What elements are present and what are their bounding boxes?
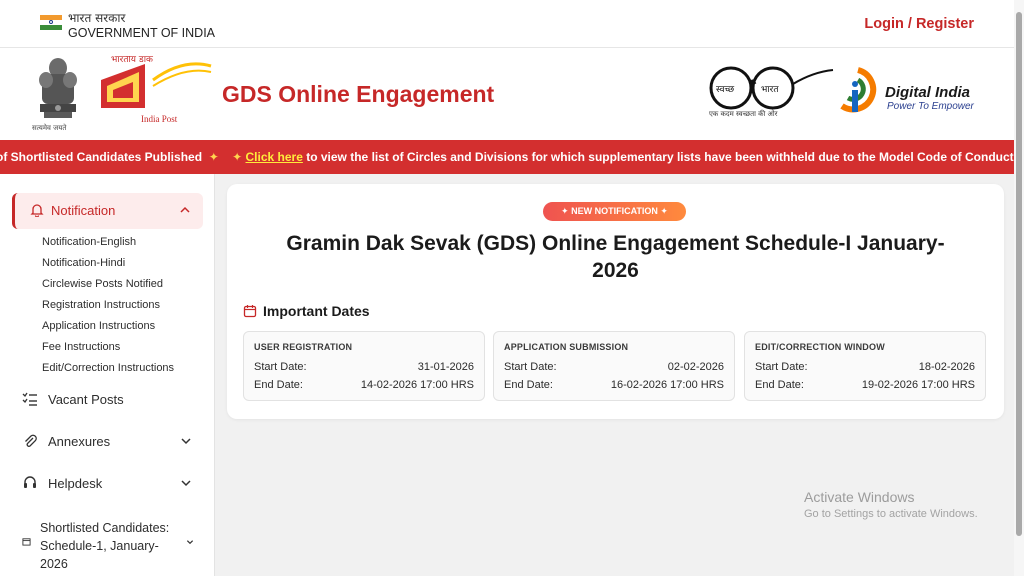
sparkle-icon: ✦ ✦ — [205, 150, 243, 164]
india-post-logo: भारतीय डाक India Post — [101, 56, 212, 124]
start-date-value: 02-02-2026 — [667, 361, 724, 373]
schedule-card: ✦ NEW NOTIFICATION ✦ Gramin Dak Sevak (G… — [227, 184, 1004, 419]
swachh-right-text: भारत — [761, 85, 779, 95]
activate-windows-title: Activate Windows — [804, 489, 915, 505]
sidebar-item-label: Helpdesk — [48, 476, 103, 491]
sidebar-item-vacant-posts[interactable]: Vacant Posts — [22, 388, 192, 412]
date-box-edit-correction: EDIT/CORRECTION WINDOW Start Date: 18-02-… — [744, 331, 986, 401]
list-icon — [22, 392, 37, 406]
sidebar-item-label: Shortlisted Candidates: Schedule-1, Janu… — [40, 521, 170, 571]
sparkle-icon: ✦ — [561, 206, 572, 216]
sidebar-item-notification[interactable]: Notification — [12, 193, 203, 229]
gov-english-text: GOVERNMENT OF INDIA — [68, 26, 216, 40]
chevron-down-icon — [181, 438, 191, 445]
start-date-label: Start Date: — [254, 361, 307, 373]
ticker-click-here-link[interactable]: Click here — [246, 150, 303, 164]
sidebar-subitem-edit-correction-instructions[interactable]: Edit/Correction Instructions — [42, 362, 174, 374]
end-date-value: 19-02-2026 17:00 HRS — [861, 379, 975, 391]
start-date-value: 18-02-2026 — [918, 361, 975, 373]
postal-english-text: India Post — [141, 114, 178, 124]
sidebar-item-label: Vacant Posts — [48, 392, 124, 407]
badge-label: NEW NOTIFICATION — [571, 206, 658, 216]
sidebar: Notification Notification-English Notifi… — [0, 174, 215, 576]
india-flag-icon — [40, 15, 62, 30]
sidebar-subitem-notification-hindi[interactable]: Notification-Hindi — [42, 257, 125, 269]
date-box-heading: USER REGISTRATION — [254, 342, 353, 352]
national-emblem-icon — [39, 58, 77, 118]
login-register-link[interactable]: Login / Register — [864, 16, 974, 32]
digital-india-icon — [840, 67, 877, 113]
calendar-icon — [22, 538, 31, 546]
page-scrollbar[interactable] — [1014, 0, 1024, 576]
page-title: Gramin Dak Sevak (GDS) Online Engagement… — [286, 232, 945, 282]
bell-icon — [30, 204, 44, 217]
postal-hindi-text: भारतीय डाक — [111, 56, 154, 65]
sidebar-item-annexures[interactable]: Annexures — [22, 430, 192, 454]
calendar-icon — [243, 305, 257, 318]
end-date-value: 16-02-2026 17:00 HRS — [610, 379, 724, 391]
end-date-label: End Date: — [755, 379, 804, 391]
gov-bar: भारत सरकार GOVERNMENT OF INDIA Login / R… — [0, 0, 1024, 48]
end-date-label: End Date: — [254, 379, 303, 391]
ticker-lead-text: of Shortlisted Candidates Published — [0, 150, 203, 164]
end-date-label: End Date: — [504, 379, 553, 391]
sidebar-subitem-application-instructions[interactable]: Application Instructions — [42, 320, 155, 332]
sidebar-item-shortlisted-candidates[interactable]: Shortlisted Candidates: Schedule-1, Janu… — [22, 516, 194, 576]
sidebar-item-label: Notification — [51, 203, 116, 218]
ticker-rest-text: to view the list of Circles and Division… — [306, 150, 1014, 164]
digital-india-title: Digital India — [885, 84, 971, 101]
new-notification-badge: ✦ NEW NOTIFICATION ✦ — [543, 202, 686, 221]
activate-windows-subtitle: Go to Settings to activate Windows. — [804, 508, 978, 520]
start-date-value: 31-01-2026 — [417, 361, 474, 373]
sidebar-item-label: Annexures — [48, 434, 111, 449]
end-date-value: 14-02-2026 17:00 HRS — [360, 379, 474, 391]
news-ticker: of Shortlisted Candidates Published ✦ ✦ … — [0, 140, 1014, 174]
date-box-heading: EDIT/CORRECTION WINDOW — [755, 342, 885, 352]
date-box-heading: APPLICATION SUBMISSION — [504, 342, 629, 352]
sidebar-subitem-registration-instructions[interactable]: Registration Instructions — [42, 299, 160, 311]
sidebar-subitem-circlewise-posts[interactable]: Circlewise Posts Notified — [42, 278, 163, 290]
date-box-user-registration: USER REGISTRATION Start Date: 31-01-2026 … — [243, 331, 485, 401]
important-dates-label: Important Dates — [263, 303, 370, 319]
sidebar-subitem-notification-english[interactable]: Notification-English — [42, 236, 136, 248]
site-title: GDS Online Engagement — [222, 81, 495, 107]
start-date-label: Start Date: — [504, 361, 557, 373]
sidebar-item-helpdesk[interactable]: Helpdesk — [22, 472, 192, 496]
chevron-up-icon — [180, 206, 190, 213]
site-header: सत्यमेव जयते भारतीय डाक India Post GDS O… — [0, 48, 1024, 140]
headset-icon — [24, 476, 36, 488]
chevron-down-icon — [186, 540, 194, 545]
swachh-left-text: स्वच्छ — [716, 85, 735, 95]
paperclip-icon — [25, 434, 37, 447]
swachh-caption: एक कदम स्वच्छता की ओर — [709, 110, 778, 118]
scrollbar-thumb[interactable] — [1016, 12, 1022, 536]
sidebar-subitem-fee-instructions[interactable]: Fee Instructions — [42, 341, 120, 353]
gov-hindi-text: भारत सरकार — [68, 11, 126, 25]
sparkle-icon: ✦ — [657, 206, 668, 216]
digital-india-tagline: Power To Empower — [887, 101, 974, 112]
date-box-application-submission: APPLICATION SUBMISSION Start Date: 02-02-… — [493, 331, 735, 401]
emblem-caption: सत्यमेव जयते — [32, 124, 67, 132]
chevron-down-icon — [181, 480, 191, 487]
start-date-label: Start Date: — [755, 361, 808, 373]
